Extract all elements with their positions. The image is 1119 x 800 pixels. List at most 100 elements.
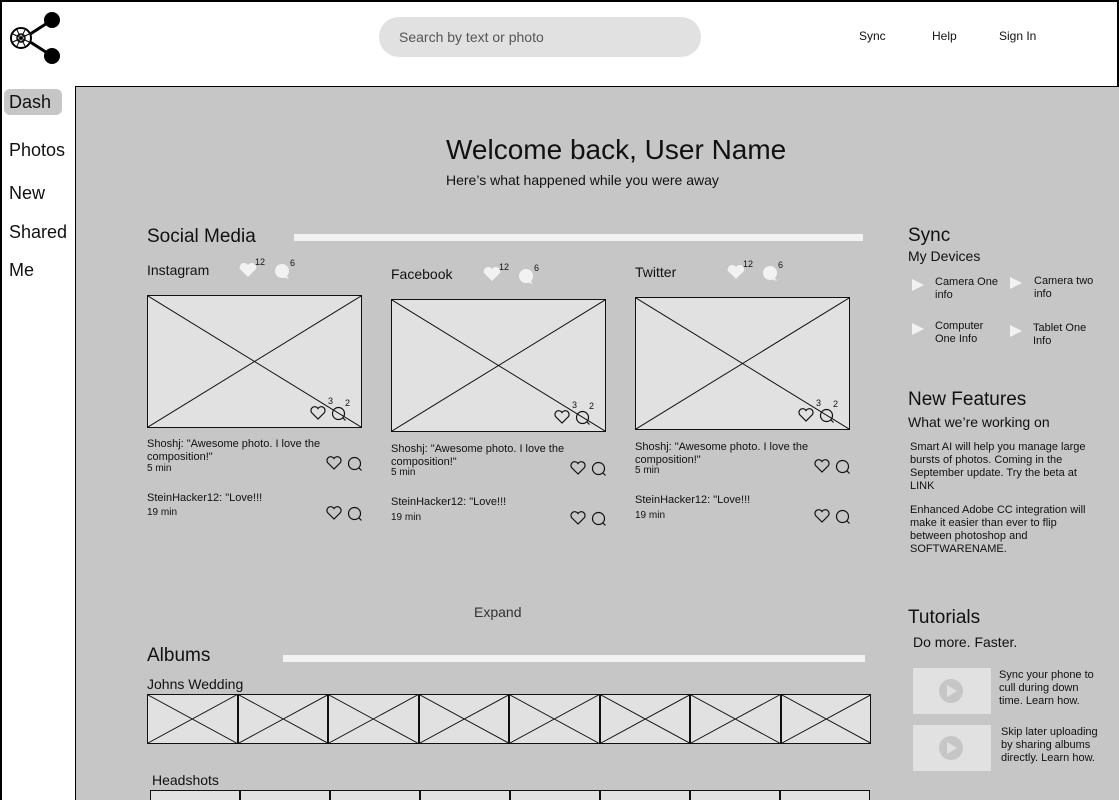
album-name[interactable]: Headshots: [152, 772, 219, 788]
album-photo[interactable]: [420, 790, 510, 800]
feature-item: Enhanced Adobe CC integration will make …: [910, 504, 1086, 555]
sidebar-item-dash[interactable]: Dash: [4, 89, 62, 115]
album-photo[interactable]: [600, 790, 690, 800]
tutorial-text[interactable]: Skip later uploading by sharing albums d…: [1001, 726, 1101, 765]
search-input[interactable]: Search by text or photo: [379, 17, 701, 57]
sidebar-item-new[interactable]: New: [9, 183, 45, 204]
comment-reply-icon[interactable]: [347, 456, 363, 477]
play-triangle-icon[interactable]: [911, 322, 925, 341]
new-features-title: New Features: [908, 389, 1027, 410]
comment-time: 19 min: [147, 507, 178, 518]
sidebar-item-photos[interactable]: Photos: [9, 140, 65, 161]
comment-time: 19 min: [635, 510, 666, 521]
tutorials-subtitle: Do more. Faster.: [913, 634, 1018, 650]
comment-text: Shoshj: "Awesome photo. I love the compo…: [635, 441, 809, 466]
play-triangle-icon[interactable]: [1009, 324, 1023, 343]
device-info[interactable]: Camera One info: [935, 276, 1007, 302]
photo-like-count: 3: [572, 400, 578, 410]
album-photo[interactable]: [147, 694, 238, 744]
device-info[interactable]: Camera two info: [1034, 275, 1102, 301]
comment-time: 5 min: [391, 467, 416, 478]
like-count: 12: [499, 262, 510, 272]
album-photo[interactable]: [328, 694, 419, 744]
album-photo[interactable]: [330, 790, 420, 800]
comment-text: Shoshj: "Awesome photo. I love the compo…: [391, 443, 565, 468]
page-subtitle: Here’s what happened while you were away: [446, 172, 719, 188]
comment-time: 5 min: [147, 463, 172, 474]
album-photo-strip: [147, 694, 871, 744]
page-title: Welcome back, User Name: [446, 134, 787, 165]
section-divider: [294, 234, 863, 241]
album-photo[interactable]: [240, 790, 330, 800]
comment-bubble-icon[interactable]: [517, 268, 535, 284]
expand-button[interactable]: Expand: [474, 604, 521, 620]
comment-reply-icon[interactable]: [347, 506, 363, 527]
tutorial-text[interactable]: Sync your phone to cull during down time…: [999, 669, 1099, 708]
album-photo[interactable]: [690, 790, 780, 800]
comment-reply-icon[interactable]: [591, 511, 607, 532]
comment-time: 19 min: [391, 512, 422, 523]
comment-reply-icon[interactable]: [835, 509, 851, 530]
comment-text: Shoshj: "Awesome photo. I love the compo…: [147, 438, 321, 463]
comment-like-heart-icon[interactable]: [570, 460, 586, 481]
album-photo[interactable]: [237, 694, 328, 744]
photo-like-heart-icon[interactable]: [554, 409, 570, 430]
comment-reply-icon[interactable]: [591, 461, 607, 482]
comment-like-heart-icon[interactable]: [570, 510, 586, 531]
sync-title: Sync: [908, 225, 951, 246]
comment-count: 6: [778, 260, 784, 270]
facebook-photo[interactable]: [391, 299, 606, 432]
sync-subtitle: My Devices: [908, 248, 981, 264]
comment-text: SteinHacker12: "Love!!!: [635, 494, 751, 506]
album-photo[interactable]: [150, 790, 240, 800]
photo-like-heart-icon[interactable]: [310, 405, 326, 426]
sidebar-item-shared[interactable]: Shared: [9, 222, 67, 243]
comment-like-heart-icon[interactable]: [326, 455, 342, 476]
album-photo[interactable]: [509, 694, 600, 744]
twitter-photo[interactable]: [635, 297, 850, 430]
album-photo[interactable]: [780, 694, 871, 744]
comment-like-heart-icon[interactable]: [326, 505, 342, 526]
photo-comment-icon[interactable]: [575, 410, 591, 431]
album-photo[interactable]: [780, 790, 870, 800]
photo-like-heart-icon[interactable]: [798, 407, 814, 428]
comment-time: 5 min: [635, 465, 660, 476]
photo-comment-icon[interactable]: [819, 408, 835, 429]
comment-bubble-icon[interactable]: [761, 265, 779, 281]
device-info[interactable]: Tablet One Info: [1033, 322, 1093, 348]
facebook-label: Facebook: [391, 266, 453, 282]
sync-link[interactable]: Sync: [859, 29, 886, 43]
photo-comment-icon[interactable]: [331, 406, 347, 427]
comment-like-heart-icon[interactable]: [814, 508, 830, 529]
like-count: 12: [743, 259, 754, 269]
album-name[interactable]: Johns Wedding: [147, 676, 243, 692]
instagram-photo[interactable]: [147, 295, 362, 428]
help-link[interactable]: Help: [932, 29, 957, 43]
instagram-label: Instagram: [147, 262, 210, 278]
comment-count: 6: [534, 263, 540, 273]
play-triangle-icon[interactable]: [1009, 276, 1023, 295]
social-media-title: Social Media: [147, 226, 256, 247]
album-photo[interactable]: [418, 694, 509, 744]
photo-like-count: 3: [816, 398, 822, 408]
new-features-subtitle: What we’re working on: [908, 414, 1050, 430]
device-info[interactable]: Computer One Info: [935, 320, 997, 346]
comment-reply-icon[interactable]: [835, 459, 851, 480]
sidebar-item-me[interactable]: Me: [9, 260, 34, 281]
section-divider: [283, 655, 865, 662]
play-triangle-icon[interactable]: [911, 278, 925, 297]
comment-like-heart-icon[interactable]: [814, 458, 830, 479]
sign-in-link[interactable]: Sign In: [999, 29, 1036, 43]
twitter-label: Twitter: [635, 264, 677, 280]
play-button-icon: [939, 679, 963, 703]
album-photo[interactable]: [690, 694, 781, 744]
album-photo[interactable]: [510, 790, 600, 800]
tutorial-video-thumb[interactable]: [913, 725, 991, 771]
albums-title: Albums: [147, 645, 211, 666]
tutorials-title: Tutorials: [908, 607, 981, 628]
album-photo[interactable]: [599, 694, 690, 744]
comment-bubble-icon[interactable]: [273, 263, 291, 279]
tutorial-video-thumb[interactable]: [913, 668, 991, 714]
logo-share-icon[interactable]: [8, 10, 64, 66]
comment-count: 6: [290, 258, 296, 268]
